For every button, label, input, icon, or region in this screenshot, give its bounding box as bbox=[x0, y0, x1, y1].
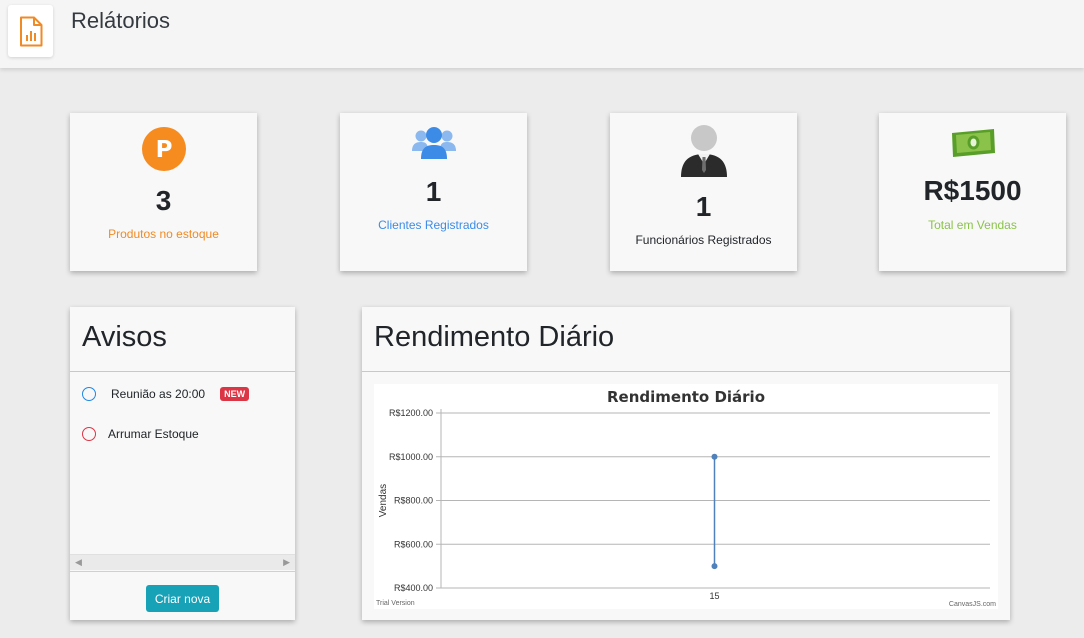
page-title: Relátorios bbox=[71, 8, 171, 33]
rendimento-chart: Rendimento Diário R$1200.00 R$1000.00 R$800… bbox=[376, 388, 996, 608]
rendimento-panel: Rendimento Diário Rendimento Diário R$120… bbox=[362, 307, 1010, 620]
svg-text:P: P bbox=[155, 137, 172, 163]
stat-label: Total em Vendas bbox=[928, 218, 1017, 232]
todo-text: Arrumar Estoque bbox=[108, 427, 199, 441]
panel-footer: Criar nova bbox=[70, 571, 295, 620]
avisos-panel: Avisos Reunião as 20:00 NEW Arrumar Esto… bbox=[70, 307, 295, 620]
radio-circle-icon[interactable] bbox=[82, 387, 96, 401]
chart-watermark-left: Trial Version bbox=[376, 600, 415, 607]
horizontal-scrollbar[interactable]: ◀ ▶ bbox=[70, 554, 295, 570]
radio-circle-icon[interactable] bbox=[82, 427, 96, 441]
panel-header: Rendimento Diário bbox=[362, 307, 1010, 372]
todo-item[interactable]: Arrumar Estoque bbox=[82, 427, 199, 441]
chart-title: Rendimento Diário bbox=[607, 388, 765, 406]
users-group-icon bbox=[340, 126, 527, 160]
chart-y-tick-label: R$1200.00 bbox=[389, 408, 433, 418]
report-document-icon bbox=[8, 5, 53, 57]
stat-label: Produtos no estoque bbox=[108, 227, 219, 241]
chart-y-tick-label: R$800.00 bbox=[394, 496, 433, 506]
stat-card-produtos[interactable]: P 3 Produtos no estoque bbox=[70, 113, 257, 271]
chart-watermark-right: CanvasJS.com bbox=[949, 601, 996, 608]
stat-value: 1 bbox=[425, 176, 442, 207]
chart-y-axis-title: Vendas bbox=[378, 484, 389, 517]
scroll-right-icon[interactable]: ▶ bbox=[283, 557, 290, 568]
panel-header: Avisos bbox=[70, 307, 295, 372]
parking-p-icon: P bbox=[70, 127, 257, 171]
chart-y-tick-label: R$600.00 bbox=[394, 539, 433, 549]
stat-value: 3 bbox=[155, 185, 172, 216]
todo-item[interactable]: Reunião as 20:00 NEW bbox=[82, 387, 250, 401]
rendimento-title: Rendimento Diário bbox=[374, 321, 615, 353]
chart-y-tick-label: R$400.00 bbox=[394, 583, 433, 593]
employee-person-icon bbox=[610, 124, 797, 178]
chart-y-tick-label: R$1000.00 bbox=[389, 452, 433, 462]
chart-container: Rendimento Diário R$1200.00 R$1000.00 R$800… bbox=[374, 384, 998, 609]
avisos-title: Avisos bbox=[82, 321, 167, 353]
stat-label: Funcionários Registrados bbox=[635, 233, 772, 247]
chart-data-point bbox=[711, 563, 718, 570]
stat-card-vendas[interactable]: R$1500 Total em Vendas bbox=[879, 113, 1066, 271]
chart-x-tick-label: 15 bbox=[709, 591, 719, 601]
stat-card-clientes[interactable]: 1 Clientes Registrados bbox=[340, 113, 527, 271]
criar-nova-button[interactable]: Criar nova bbox=[146, 585, 219, 612]
new-badge: NEW bbox=[220, 387, 250, 401]
stat-card-funcionarios[interactable]: 1 Funcionários Registrados bbox=[610, 113, 797, 271]
stat-value: 1 bbox=[695, 191, 712, 222]
stat-label: Clientes Registrados bbox=[378, 218, 489, 232]
chart-data-point bbox=[711, 453, 718, 460]
scroll-left-icon[interactable]: ◀ bbox=[75, 557, 82, 568]
top-bar: Relátorios bbox=[0, 0, 1084, 68]
todo-text: Reunião as 20:00 bbox=[111, 387, 206, 401]
stat-value: R$1500 bbox=[923, 175, 1022, 206]
money-bill-icon bbox=[879, 127, 1066, 159]
